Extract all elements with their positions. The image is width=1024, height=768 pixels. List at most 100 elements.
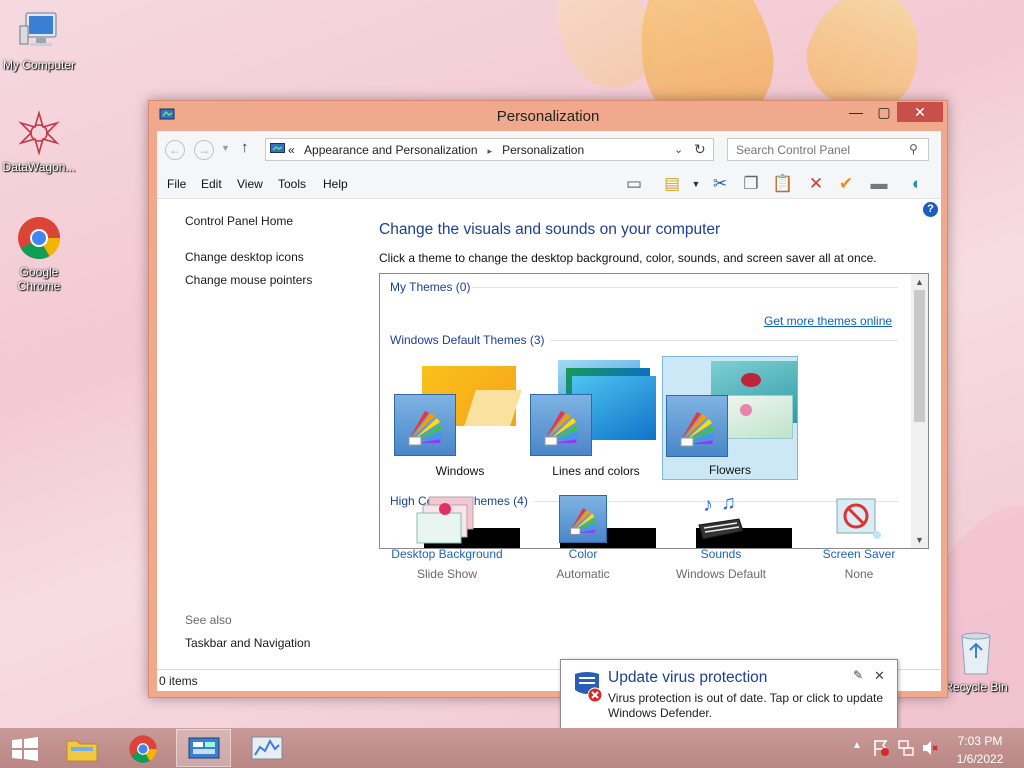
- scroll-down-icon[interactable]: ▼: [911, 535, 928, 545]
- theme-flowers[interactable]: Flowers: [662, 356, 798, 480]
- cut-icon[interactable]: ✂: [708, 173, 732, 195]
- breadcrumb-overflow[interactable]: «: [288, 143, 295, 157]
- desktop-icon-label: Google Chrome: [17, 265, 61, 293]
- close-icon[interactable]: ✕: [874, 668, 885, 684]
- back-button[interactable]: ←: [165, 140, 185, 160]
- folder-options-dropdown-icon[interactable]: ▼: [684, 173, 708, 195]
- menu-tools[interactable]: Tools: [278, 177, 306, 191]
- desktop-icon-label: DataWagon...: [2, 160, 76, 174]
- up-button[interactable]: ↑: [241, 139, 249, 156]
- address-dropdown-icon[interactable]: ⌄: [674, 143, 683, 156]
- control-panel-home-link[interactable]: Control Panel Home: [185, 214, 293, 228]
- sounds-link[interactable]: Sounds: [651, 547, 791, 561]
- chrome-icon: [18, 217, 61, 260]
- personalization-window: Personalization — ▢ ✕ ← → ▼ ↑ « Appearan…: [148, 100, 948, 698]
- recycle-bin-icon: [961, 632, 991, 675]
- main-pane: ? Change the visuals and sounds on your …: [379, 199, 939, 669]
- menu-help[interactable]: Help: [323, 177, 348, 191]
- color-palette-icon: [394, 394, 456, 456]
- page-title: Change the visuals and sounds on your co…: [379, 221, 721, 238]
- recent-pages-dropdown[interactable]: ▼: [221, 143, 230, 153]
- group-divider: [550, 340, 898, 341]
- search-box[interactable]: ⚲: [727, 138, 929, 161]
- maximize-button[interactable]: ▢: [869, 102, 899, 122]
- screen-saver-link[interactable]: Screen Saver: [789, 547, 929, 561]
- network-icon[interactable]: [897, 739, 915, 757]
- theme-label: Flowers: [708, 463, 751, 477]
- chrome-icon: [129, 735, 157, 763]
- paste-icon[interactable]: 📋: [771, 173, 795, 195]
- sounds-value: Windows Default: [675, 567, 767, 581]
- system-clock[interactable]: 7:03 PM 1/6/2022: [950, 734, 1010, 766]
- windows-start-icon[interactable]: [10, 737, 40, 761]
- address-bar[interactable]: « Appearance and Personalization ▸ Perso…: [265, 138, 714, 161]
- breadcrumb-separator-icon[interactable]: ▸: [488, 146, 493, 156]
- scroll-up-icon[interactable]: ▲: [911, 277, 928, 287]
- get-more-themes-link[interactable]: Get more themes online: [764, 314, 892, 328]
- desktop-background-link[interactable]: Desktop Background: [377, 547, 517, 561]
- svg-text:♫: ♫: [721, 493, 736, 514]
- taskbar-chrome[interactable]: [116, 729, 171, 767]
- desktop-icon-recycle-bin[interactable]: Recycle Bin: [937, 630, 1015, 694]
- theme-lines-and-colors[interactable]: Lines and colors: [528, 358, 664, 482]
- change-desktop-icons-link[interactable]: Change desktop icons: [185, 250, 304, 264]
- search-input[interactable]: [728, 139, 898, 160]
- desktop-icon-my-computer[interactable]: My Computer: [0, 10, 78, 72]
- scrollbar-thumb[interactable]: [914, 290, 925, 422]
- menu-view[interactable]: View: [237, 177, 263, 191]
- menu-edit[interactable]: Edit: [201, 177, 222, 191]
- help-icon[interactable]: ?: [923, 202, 938, 217]
- left-pane: Control Panel Home Change desktop icons …: [157, 199, 372, 669]
- group-header-default-themes[interactable]: Windows Default Themes (3): [390, 333, 545, 347]
- change-mouse-pointers-link[interactable]: Change mouse pointers: [185, 273, 312, 287]
- delete-icon[interactable]: ✕: [804, 173, 828, 195]
- theme-list-scrollbar[interactable]: ▲ ▼: [911, 274, 928, 548]
- checkmark-icon[interactable]: ✔: [834, 173, 858, 195]
- screen-saver-icon: [836, 498, 881, 539]
- taskbar-and-navigation-link[interactable]: Taskbar and Navigation: [185, 636, 310, 650]
- color-icon: [559, 495, 607, 543]
- notification-balloon[interactable]: Update virus protection Virus protection…: [560, 659, 898, 742]
- theme-preview-image: [725, 395, 793, 439]
- desktop-icon-datawagon[interactable]: DataWagon...: [0, 110, 78, 174]
- close-button[interactable]: ✕: [897, 102, 943, 122]
- refresh-icon[interactable]: ↻: [694, 141, 706, 158]
- desktop-icon-google-chrome[interactable]: Google Chrome: [0, 215, 78, 293]
- page-description: Click a theme to change the desktop back…: [379, 251, 877, 265]
- breadcrumb-personalization[interactable]: Personalization: [502, 143, 584, 157]
- layout-icon[interactable]: ▭: [622, 173, 646, 195]
- color-palette-icon: [666, 395, 728, 457]
- color-value: Automatic: [556, 567, 610, 581]
- globe-shell-icon[interactable]: ◐: [905, 173, 929, 195]
- color-link[interactable]: Color: [513, 547, 653, 561]
- folder-icon: [66, 740, 98, 762]
- theme-windows[interactable]: Windows: [392, 358, 528, 482]
- breadcrumb: « Appearance and Personalization ▸ Perso…: [288, 143, 584, 157]
- minimize-button[interactable]: —: [841, 102, 871, 122]
- desktop-icon-label: Recycle Bin: [944, 680, 1008, 694]
- taskbar-control-panel[interactable]: [176, 729, 231, 767]
- copy-icon[interactable]: ❐: [739, 173, 763, 195]
- control-panel-icon: [270, 143, 285, 153]
- forward-button[interactable]: →: [194, 140, 214, 160]
- notification-title: Update virus protection: [608, 669, 768, 686]
- breadcrumb-appearance-and-personalization[interactable]: Appearance and Personalization: [304, 143, 477, 157]
- monitor-chart-icon: [251, 736, 283, 760]
- datawagon-logo-icon: [18, 110, 60, 156]
- desktop-background-icon: [416, 496, 474, 544]
- show-hidden-icons-icon[interactable]: ▲: [852, 740, 862, 751]
- folder-options-icon[interactable]: ▤: [660, 173, 684, 195]
- address-row: ← → ▼ ↑ « Appearance and Personalization…: [157, 131, 941, 169]
- taskbar-file-explorer[interactable]: [55, 729, 110, 767]
- taskbar-performance-monitor[interactable]: [240, 729, 295, 767]
- group-header-my-themes[interactable]: My Themes (0): [390, 280, 470, 294]
- action-center-flag-icon[interactable]: [872, 738, 890, 758]
- notification-message: Virus protection is out of date. Tap or …: [608, 691, 884, 720]
- search-icon[interactable]: ⚲: [909, 142, 918, 156]
- title-bar[interactable]: Personalization — ▢ ✕: [149, 101, 947, 131]
- volume-muted-icon[interactable]: [921, 739, 939, 757]
- properties-icon[interactable]: ▬: [867, 173, 891, 195]
- menu-file[interactable]: File: [167, 177, 186, 191]
- theme-label: Lines and colors: [552, 464, 640, 478]
- wrench-icon[interactable]: ✎: [853, 668, 863, 682]
